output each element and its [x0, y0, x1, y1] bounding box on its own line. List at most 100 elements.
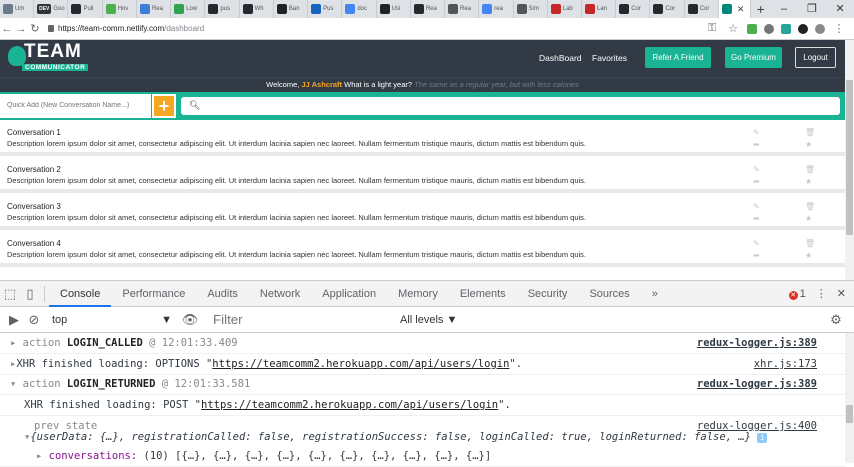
nav-dashboard-link[interactable]: DashBoard: [539, 53, 582, 63]
close-tab-icon[interactable]: ✕: [734, 4, 745, 15]
xhr-url-link[interactable]: https://teamcomm2.herokuapp.com/api/user…: [201, 399, 498, 411]
trash-icon[interactable]: 🗑︎: [805, 128, 815, 137]
tab-audits[interactable]: Audits: [196, 281, 249, 307]
maximize-icon[interactable]: ❐: [798, 0, 826, 18]
settings-gear-icon[interactable]: ⚙: [826, 312, 846, 328]
star-icon[interactable]: ★: [805, 177, 812, 186]
filter-input[interactable]: [210, 310, 400, 329]
browser-tab[interactable]: pus: [205, 0, 240, 18]
browser-tab[interactable]: Usi: [377, 0, 411, 18]
minimize-icon[interactable]: –: [770, 0, 798, 18]
conversation-item[interactable]: Conversation 3 Description lorem ipsum do…: [0, 196, 845, 230]
browser-tab[interactable]: Um: [0, 0, 35, 18]
sidebar-toggle-icon[interactable]: ▶: [4, 312, 24, 328]
eye-icon[interactable]: 👁︎: [180, 312, 200, 328]
browser-tab[interactable]: doc: [342, 0, 377, 18]
share-icon[interactable]: ➦: [753, 251, 760, 260]
browser-tab[interactable]: Low: [171, 0, 206, 18]
log-levels-select[interactable]: All levels ▼: [400, 314, 457, 326]
trash-icon[interactable]: 🗑︎: [805, 239, 815, 248]
conversation-title[interactable]: Conversation 3: [7, 202, 61, 211]
quick-add-input[interactable]: [0, 94, 151, 118]
conversation-item[interactable]: Conversation 1 Description lorem ipsum do…: [0, 122, 845, 156]
url-field[interactable]: https://team-comm.netlify.com/dashboard: [48, 24, 204, 33]
error-count[interactable]: ✕ 1: [788, 288, 806, 300]
browser-tab[interactable]: Wh: [240, 0, 274, 18]
browser-tab[interactable]: Rea: [137, 0, 172, 18]
reload-icon[interactable]: ↻: [28, 22, 42, 35]
console-message[interactable]: ▸ conversations: (10) [{…}, {…}, {…}, {……: [0, 446, 845, 467]
share-icon[interactable]: ➦: [753, 140, 760, 149]
browser-tab[interactable]: rea: [479, 0, 514, 18]
browser-tab[interactable]: Pus: [308, 0, 343, 18]
edit-icon[interactable]: ✎: [753, 239, 760, 248]
edit-icon[interactable]: ✎: [753, 128, 760, 137]
conversation-title[interactable]: Conversation 2: [7, 165, 61, 174]
extension-icon[interactable]: [764, 23, 774, 34]
star-icon[interactable]: ★: [805, 140, 812, 149]
inspect-element-icon[interactable]: ⬚: [0, 286, 20, 302]
conversation-title[interactable]: Conversation 1: [7, 128, 61, 137]
browser-tab[interactable]: Lab: [548, 0, 582, 18]
expand-arrow-icon[interactable]: ▸: [10, 337, 23, 349]
new-tab-icon[interactable]: +: [751, 1, 770, 17]
tab-elements[interactable]: Elements: [449, 281, 517, 307]
tab-network[interactable]: Network: [249, 281, 311, 307]
browser-tab[interactable]: Cor: [685, 0, 719, 18]
share-icon[interactable]: ➦: [753, 214, 760, 223]
xhr-url-link[interactable]: https://teamcomm2.herokuapp.com/api/user…: [212, 358, 509, 370]
browser-tab[interactable]: Cor: [650, 0, 685, 18]
collapse-arrow-icon[interactable]: ▾: [10, 378, 23, 390]
close-devtools-icon[interactable]: ✕: [837, 287, 846, 300]
profile-avatar[interactable]: [815, 23, 825, 34]
clear-console-icon[interactable]: ⊘: [24, 312, 44, 328]
trash-icon[interactable]: 🗑︎: [805, 202, 815, 211]
context-select[interactable]: top ▼: [52, 314, 172, 326]
browser-tab[interactable]: Sim: [514, 0, 548, 18]
close-window-icon[interactable]: ✕: [826, 0, 854, 18]
conversation-item[interactable]: Conversation 4 Description lorem ipsum do…: [0, 233, 845, 267]
source-link[interactable]: redux-logger.js:389: [697, 337, 817, 349]
browser-tab[interactable]: Rea: [411, 0, 446, 18]
console-scrollbar[interactable]: [845, 333, 854, 463]
browser-tab[interactable]: Pull: [68, 0, 103, 18]
tab-performance[interactable]: Performance: [111, 281, 196, 307]
page-scrollbar[interactable]: [845, 40, 854, 280]
info-icon[interactable]: i: [757, 433, 768, 443]
menu-kebab-icon[interactable]: ⋮: [832, 22, 846, 35]
forward-icon[interactable]: →: [14, 23, 28, 35]
scrollbar-thumb[interactable]: [846, 405, 853, 423]
scrollbar-thumb[interactable]: [846, 80, 853, 235]
device-toolbar-icon[interactable]: ▯: [20, 286, 40, 302]
source-link[interactable]: redux-logger.js:389: [697, 378, 817, 390]
console-message[interactable]: ▸XHR finished loading: OPTIONS "https://…: [0, 354, 845, 375]
quick-add-plus-button[interactable]: +: [152, 94, 176, 118]
key-icon[interactable]: ⚿: [705, 22, 719, 35]
browser-tab[interactable]: DEV Goo: [34, 0, 69, 18]
expand-arrow-icon[interactable]: ▸: [36, 450, 49, 462]
console-message[interactable]: ▸ action LOGIN_CALLED @ 12:01:33.409 redu…: [0, 333, 845, 354]
browser-tab[interactable]: ✕: [718, 0, 752, 18]
devtools-menu-kebab-icon[interactable]: ⋮: [816, 287, 827, 300]
browser-tab[interactable]: Cor: [616, 0, 651, 18]
browser-tab[interactable]: Lan: [582, 0, 617, 18]
tab-sources[interactable]: Sources: [578, 281, 640, 307]
tab-memory[interactable]: Memory: [387, 281, 449, 307]
tab-application[interactable]: Application: [311, 281, 387, 307]
tab-console[interactable]: Console: [49, 281, 112, 307]
star-bookmark-icon[interactable]: ☆: [726, 22, 740, 35]
more-tabs-button[interactable]: »: [641, 281, 669, 307]
extension-icon[interactable]: [747, 23, 757, 34]
state-object[interactable]: {userData: {…}, registrationCalled: fals…: [30, 431, 751, 443]
logout-button[interactable]: Logout: [795, 47, 836, 68]
source-link[interactable]: xhr.js:173: [754, 358, 817, 370]
conversation-title[interactable]: Conversation 4: [7, 239, 61, 248]
extension-icon[interactable]: [798, 23, 808, 34]
refer-friend-button[interactable]: Refer A Friend: [645, 47, 711, 68]
back-icon[interactable]: ←: [0, 23, 14, 35]
edit-icon[interactable]: ✎: [753, 165, 760, 174]
extension-icon[interactable]: [781, 23, 791, 34]
console-message[interactable]: ▾ action LOGIN_RETURNED @ 12:01:33.581 re…: [0, 374, 845, 395]
trash-icon[interactable]: 🗑︎: [805, 165, 815, 174]
share-icon[interactable]: ➦: [753, 177, 760, 186]
